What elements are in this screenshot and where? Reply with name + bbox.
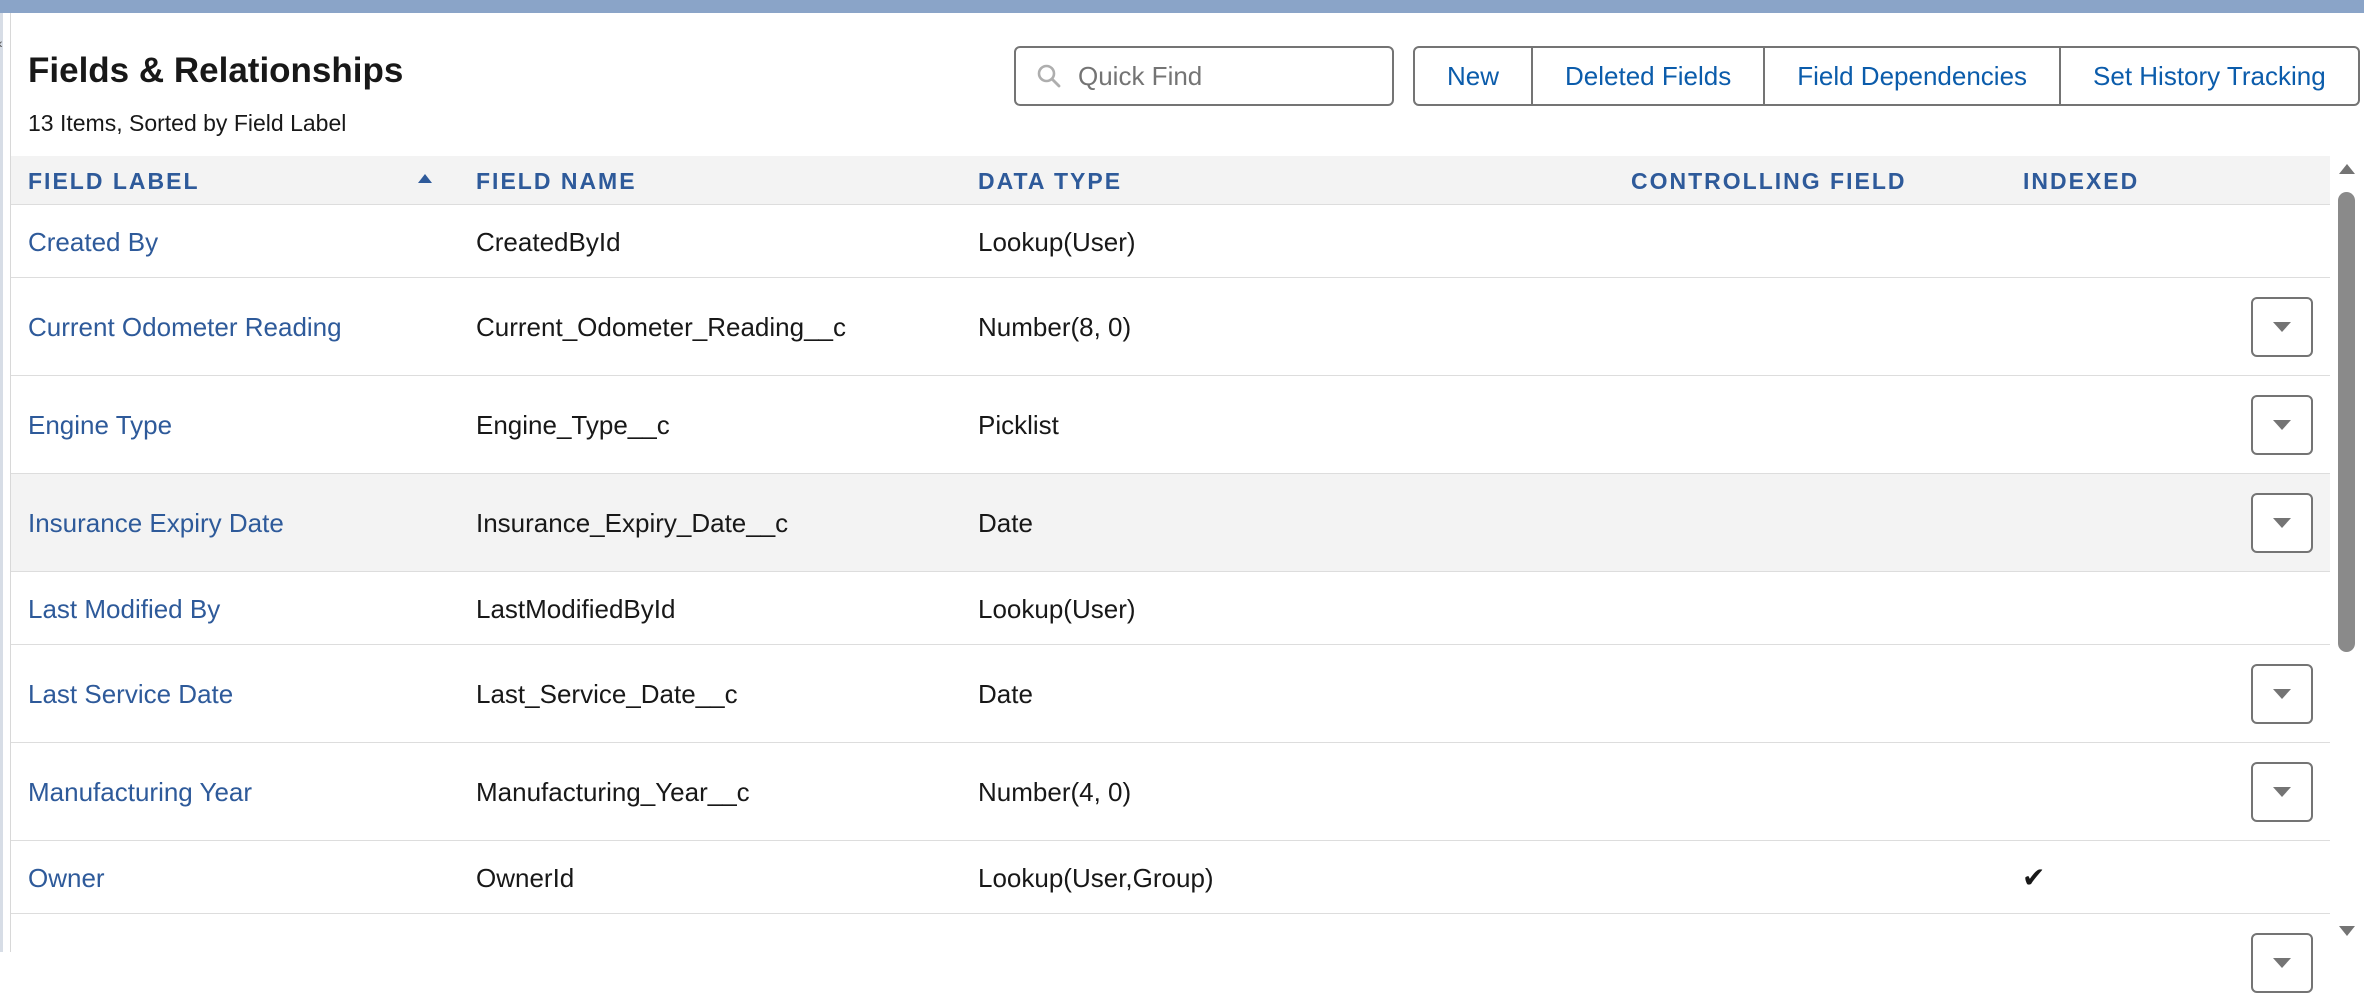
search-icon xyxy=(1037,64,1061,88)
field-label-link[interactable]: Manufacturing Year xyxy=(28,777,252,808)
column-header-field-name[interactable]: FIELD NAME xyxy=(476,156,637,204)
field-name-cell: Insurance_Expiry_Date__c xyxy=(476,508,789,538)
table-row: Last Service Date Last_Service_Date__c D… xyxy=(11,645,2331,743)
field-label-link[interactable]: Last Modified By xyxy=(28,594,220,625)
set-history-tracking-button[interactable]: Set History Tracking xyxy=(2061,48,2358,104)
table-row: Engine Type Engine_Type__c Picklist xyxy=(11,376,2331,474)
app-header-band xyxy=(0,0,2364,13)
page-subtitle: 13 Items, Sorted by Field Label xyxy=(28,110,347,136)
data-type-cell: Date xyxy=(978,679,1033,709)
indexed-check-icon: ✔ xyxy=(2022,862,2046,893)
field-name-cell: LastModifiedById xyxy=(476,594,676,624)
table-row xyxy=(11,914,2331,993)
column-header-controlling-field[interactable]: CONTROLLING FIELD xyxy=(1631,156,1906,204)
chevron-down-icon xyxy=(2273,787,2291,797)
new-button[interactable]: New xyxy=(1415,48,1534,104)
field-label-link[interactable]: Engine Type xyxy=(28,410,172,441)
table-row: Owner OwnerId Lookup(User,Group) ✔ xyxy=(11,841,2331,914)
field-label-link[interactable]: Current Odometer Reading xyxy=(28,312,342,343)
deleted-fields-button[interactable]: Deleted Fields xyxy=(1533,48,1766,104)
page-title: Fields & Relationships xyxy=(28,51,404,90)
field-name-cell: Engine_Type__c xyxy=(476,410,670,440)
table-row: Last Modified By LastModifiedById Lookup… xyxy=(11,572,2331,645)
data-type-cell: Picklist xyxy=(978,410,1059,440)
column-header-field-label[interactable]: FIELD LABEL xyxy=(28,156,200,204)
column-header-indexed[interactable]: INDEXED xyxy=(2023,156,2139,204)
quick-find-box[interactable] xyxy=(1014,46,1394,106)
table-row: Insurance Expiry Date Insurance_Expiry_D… xyxy=(11,474,2331,572)
row-actions-button[interactable] xyxy=(2251,297,2313,357)
field-name-cell: Last_Service_Date__c xyxy=(476,679,738,709)
data-type-cell: Number(8, 0) xyxy=(978,312,1132,342)
data-type-cell: Lookup(User) xyxy=(978,227,1136,257)
chevron-down-icon xyxy=(2273,322,2291,332)
field-label-link[interactable]: Created By xyxy=(28,227,158,258)
table-row: Manufacturing Year Manufacturing_Year__c… xyxy=(11,743,2331,841)
chevron-down-icon xyxy=(2273,518,2291,528)
row-actions-button[interactable] xyxy=(2251,762,2313,822)
fields-relationships-card: Fields & Relationships 13 Items, Sorted … xyxy=(10,13,2364,993)
chevron-down-icon xyxy=(2273,689,2291,699)
table-scrollbar[interactable] xyxy=(2330,143,2364,952)
field-name-cell: Current_Odometer_Reading__c xyxy=(476,312,846,342)
data-type-cell: Date xyxy=(978,508,1033,538)
table-row: Current Odometer Reading Current_Odomete… xyxy=(11,278,2331,376)
field-label-link[interactable]: Last Service Date xyxy=(28,679,233,710)
data-type-cell: Number(4, 0) xyxy=(978,777,1132,807)
left-panel-edge: ‹ xyxy=(0,13,3,952)
quick-find-input[interactable] xyxy=(1076,59,1380,93)
sort-ascending-icon[interactable] xyxy=(418,174,432,183)
scroll-up-icon[interactable] xyxy=(2339,164,2355,174)
row-actions-button[interactable] xyxy=(2251,493,2313,553)
table-row: Created By CreatedById Lookup(User) xyxy=(11,205,2331,278)
data-type-cell: Lookup(User) xyxy=(978,594,1136,624)
field-name-cell: CreatedById xyxy=(476,227,621,257)
field-dependencies-button[interactable]: Field Dependencies xyxy=(1765,48,2062,104)
table-header: FIELD LABEL FIELD NAME DATA TYPE CONTROL… xyxy=(11,156,2331,205)
field-label-link[interactable]: Owner xyxy=(28,863,105,894)
header-button-group: New Deleted Fields Field Dependencies Se… xyxy=(1413,46,2360,106)
chevron-left-icon[interactable]: ‹ xyxy=(0,35,3,51)
field-name-cell: Manufacturing_Year__c xyxy=(476,777,750,807)
field-name-cell: OwnerId xyxy=(476,863,575,893)
field-label-link[interactable]: Insurance Expiry Date xyxy=(28,508,284,539)
column-header-data-type[interactable]: DATA TYPE xyxy=(978,156,1122,204)
scroll-down-icon[interactable] xyxy=(2339,926,2355,936)
row-actions-button[interactable] xyxy=(2251,933,2313,993)
row-actions-button[interactable] xyxy=(2251,395,2313,455)
data-type-cell: Lookup(User,Group) xyxy=(978,863,1214,893)
chevron-down-icon xyxy=(2273,420,2291,430)
chevron-down-icon xyxy=(2273,958,2291,968)
row-actions-button[interactable] xyxy=(2251,664,2313,724)
scrollbar-thumb[interactable] xyxy=(2338,192,2355,652)
